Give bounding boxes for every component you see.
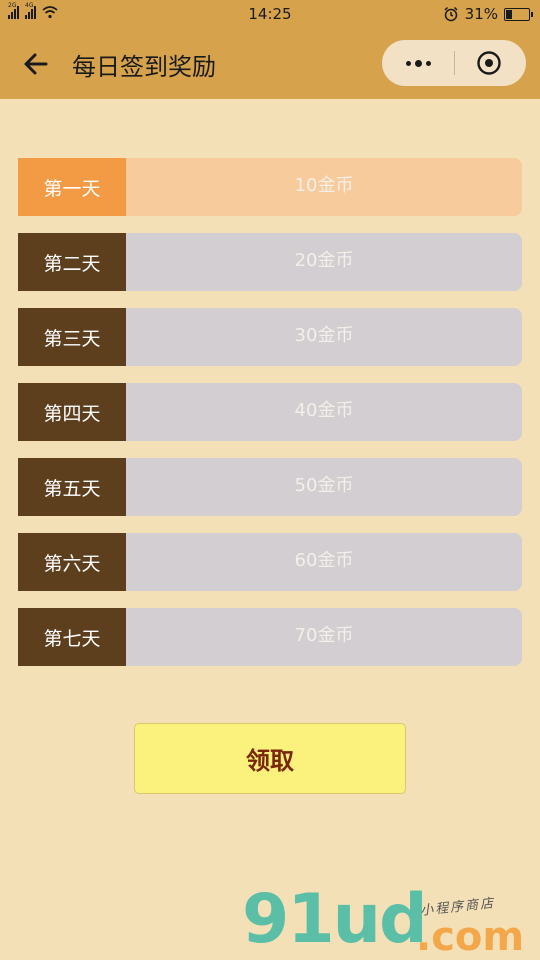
reward-amount: 40金币 bbox=[294, 400, 354, 421]
day-label: 第七天 bbox=[18, 608, 126, 666]
day-label: 第二天 bbox=[18, 233, 126, 291]
miniprogram-capsule bbox=[382, 40, 526, 86]
alarm-icon bbox=[444, 6, 458, 22]
claim-button[interactable]: 领取 bbox=[134, 723, 406, 794]
reward-amount: 30金币 bbox=[294, 325, 354, 346]
day-label: 第六天 bbox=[18, 533, 126, 591]
close-miniprogram-icon[interactable] bbox=[476, 50, 502, 76]
reward-row-day5[interactable]: 第五天 50金币 bbox=[18, 458, 522, 516]
back-arrow-icon[interactable] bbox=[20, 48, 52, 80]
reward-row-day4[interactable]: 第四天 40金币 bbox=[18, 383, 522, 441]
reward-amount: 20金币 bbox=[294, 250, 354, 271]
page-title: 每日签到奖励 bbox=[72, 53, 216, 81]
reward-row-day6[interactable]: 第六天 60金币 bbox=[18, 533, 522, 591]
watermark-logo: 91ud bbox=[242, 880, 428, 959]
more-options-icon[interactable] bbox=[382, 40, 454, 86]
reward-amount: 50金币 bbox=[294, 475, 354, 496]
watermark-domain: .com bbox=[416, 914, 525, 960]
day-label: 第五天 bbox=[18, 458, 126, 516]
day-label: 第三天 bbox=[18, 308, 126, 366]
navigation-bar: 每日签到奖励 bbox=[0, 28, 540, 99]
reward-amount: 70金币 bbox=[294, 625, 354, 646]
reward-row-day7[interactable]: 第七天 70金币 bbox=[18, 608, 522, 666]
capsule-divider bbox=[454, 51, 455, 75]
day-label: 第一天 bbox=[18, 158, 126, 216]
reward-row-day3[interactable]: 第三天 30金币 bbox=[18, 308, 522, 366]
reward-amount: 10金币 bbox=[294, 175, 354, 196]
reward-amount: 60金币 bbox=[294, 550, 354, 571]
status-bar: 2G 4G 14:25 31% bbox=[0, 0, 540, 28]
battery-icon bbox=[504, 7, 533, 21]
battery-percent: 31% bbox=[464, 5, 498, 23]
reward-row-day2[interactable]: 第二天 20金币 bbox=[18, 233, 522, 291]
day-label: 第四天 bbox=[18, 383, 126, 441]
reward-list: 第一天 10金币 第二天 20金币 第三天 30金币 第四天 40金币 第五天 … bbox=[18, 158, 522, 683]
reward-row-day1[interactable]: 第一天 10金币 bbox=[18, 158, 522, 216]
status-right: 31% bbox=[443, 5, 533, 23]
